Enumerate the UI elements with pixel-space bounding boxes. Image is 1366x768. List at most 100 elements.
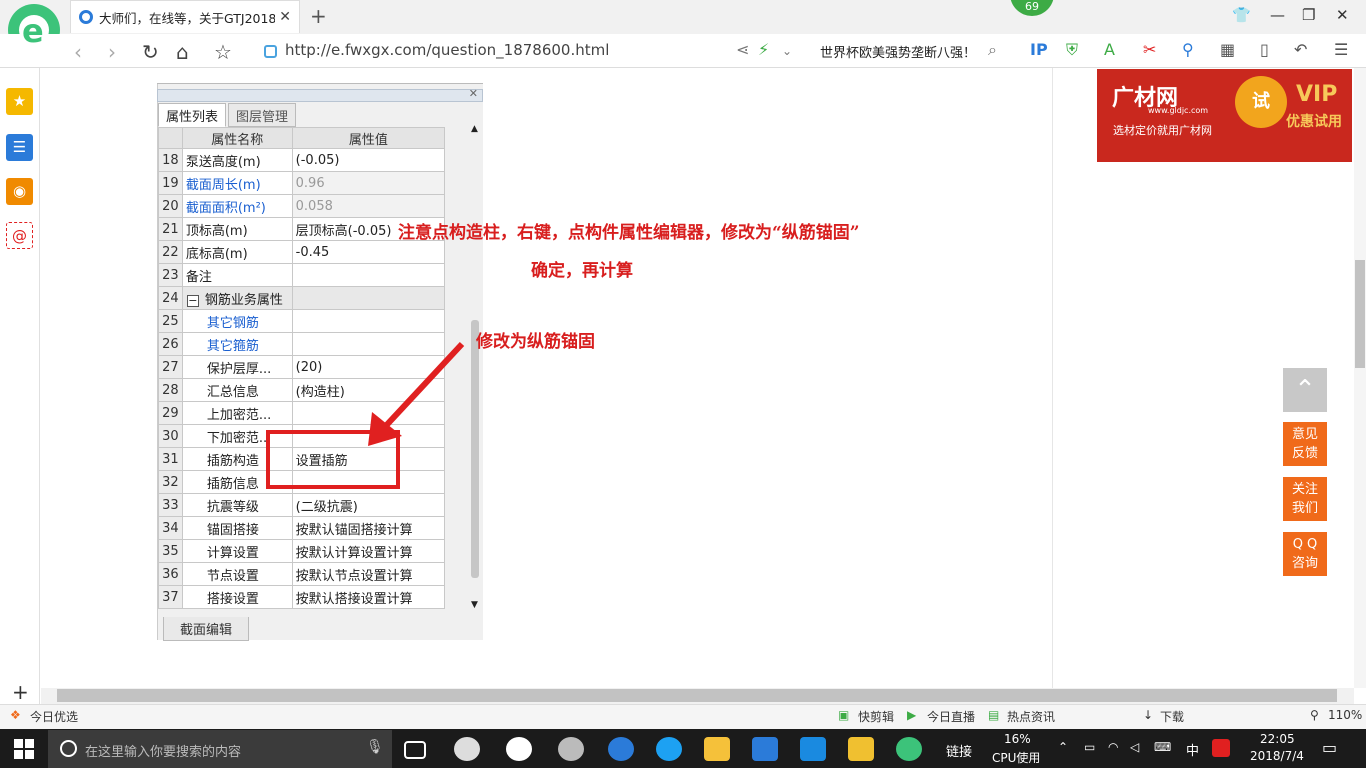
back-icon[interactable]: ‹ <box>74 40 82 64</box>
file-explorer-icon[interactable] <box>704 737 730 761</box>
share-icon[interactable]: ⋖ <box>736 40 749 59</box>
scissors-icon[interactable]: ✂ <box>1143 40 1156 59</box>
ime-indicator[interactable]: 中 <box>1186 740 1199 759</box>
ad-vip[interactable]: VIP <box>1296 82 1337 107</box>
qq-button[interactable]: Q Q 咨询 <box>1283 532 1327 576</box>
shield-icon[interactable]: ⛨ <box>1066 40 1078 60</box>
keyboard-icon[interactable]: ⌨ <box>1154 740 1171 754</box>
property-value[interactable] <box>291 309 446 333</box>
property-value[interactable]: 按默认搭接设置计算 <box>291 585 446 609</box>
table-row[interactable]: 18 泵送高度(m) (-0.05) <box>158 148 446 172</box>
download-icon[interactable]: ↓ <box>1143 708 1153 722</box>
app-g-icon[interactable] <box>752 737 778 761</box>
clock-time[interactable]: 22:05 <box>1260 732 1295 746</box>
apps-grid-icon[interactable]: ▦ <box>1220 40 1235 59</box>
search-icon[interactable]: ⌕ <box>988 40 997 60</box>
status-clip[interactable]: 快剪辑 <box>858 708 894 725</box>
minimize-icon[interactable]: — <box>1270 6 1285 24</box>
gift-icon[interactable]: ❖ <box>10 708 21 722</box>
table-row[interactable]: 22 底标高(m) -0.45 <box>158 240 446 264</box>
volume-icon[interactable]: ◁ <box>1130 740 1139 754</box>
table-row[interactable]: 33 抗震等级 (二级抗震) <box>158 493 446 517</box>
today-picks[interactable]: 今日优选 <box>30 708 78 725</box>
property-value[interactable]: 按默认计算设置计算 <box>291 539 446 563</box>
lightning-icon[interactable]: ⚡ <box>758 40 769 59</box>
microphone-icon[interactable]: 🎙 <box>366 739 384 755</box>
table-row[interactable]: 23 备注 <box>158 263 446 287</box>
tab-close-icon[interactable]: ✕ <box>279 9 291 25</box>
scroll-down-icon[interactable]: ▼ <box>471 600 478 610</box>
table-row[interactable]: 35 计算设置 按默认计算设置计算 <box>158 539 446 563</box>
status-download[interactable]: 下载 <box>1160 708 1184 725</box>
home-icon[interactable]: ⌂ <box>176 40 189 64</box>
clip-icon[interactable]: ▣ <box>838 708 849 722</box>
app-fan-icon[interactable] <box>454 737 480 761</box>
favorites-star-icon[interactable]: ★ <box>6 88 33 115</box>
app-chrome-icon[interactable] <box>558 737 584 761</box>
zoom-level[interactable]: 110% <box>1328 708 1362 722</box>
shirt-icon[interactable]: 👕 <box>1232 6 1251 24</box>
back-to-top-icon[interactable]: ⌃ <box>1283 368 1327 412</box>
close-window-icon[interactable]: ✕ <box>1336 6 1349 24</box>
news-icon[interactable]: ▤ <box>988 708 999 722</box>
ad-vip-sub[interactable]: 优惠试用 <box>1286 111 1342 131</box>
app-notes-icon[interactable] <box>848 737 874 761</box>
magnifier-icon[interactable]: ⚲ <box>1182 40 1194 59</box>
app-e-browser-icon[interactable] <box>506 737 532 761</box>
zoom-icon[interactable]: ⚲ <box>1310 708 1319 722</box>
clock-date[interactable]: 2018/7/4 <box>1250 749 1304 763</box>
page-vertical-scrollbar[interactable] <box>1354 68 1366 688</box>
property-value[interactable]: (-0.05) <box>291 148 446 172</box>
sogou-ime-icon[interactable] <box>1212 739 1230 757</box>
page-scroll-thumb[interactable] <box>1355 260 1365 368</box>
battery-icon[interactable]: ▭ <box>1084 740 1095 754</box>
email-icon[interactable]: @ <box>6 222 33 249</box>
translate-icon[interactable]: A <box>1104 40 1115 59</box>
tab-section-edit[interactable]: 截面编辑 <box>163 617 250 641</box>
property-value[interactable]: (二级抗震) <box>291 493 446 517</box>
chevron-down-icon[interactable]: ⌄ <box>782 44 792 58</box>
app-ie-icon[interactable] <box>656 737 682 761</box>
app-edge-icon[interactable] <box>608 737 634 761</box>
tab-property-list[interactable]: 属性列表 <box>158 103 227 127</box>
table-row[interactable]: 20 截面面积(m²) 0.058 <box>158 194 446 218</box>
undo-icon[interactable]: ↶ <box>1294 40 1307 59</box>
windows-start-icon[interactable] <box>14 739 34 759</box>
tab-layer-management[interactable]: 图层管理 <box>228 103 297 127</box>
app-plus-icon[interactable] <box>800 737 826 761</box>
table-row[interactable]: 36 节点设置 按默认节点设置计算 <box>158 562 446 586</box>
live-icon[interactable]: ▶ <box>907 708 916 722</box>
page-hscroll-thumb[interactable] <box>57 689 1337 702</box>
notification-center-icon[interactable]: ▭ <box>1322 738 1337 757</box>
wifi-icon[interactable]: ◠ <box>1108 740 1118 754</box>
task-view-icon[interactable] <box>404 741 426 759</box>
status-live[interactable]: 今日直播 <box>927 708 975 725</box>
url-field[interactable]: http://e.fwxgx.com/question_1878600.html <box>285 41 609 59</box>
scroll-up-icon[interactable]: ▲ <box>471 124 478 134</box>
table-row-group[interactable]: 24− 钢筋业务属性 <box>158 286 446 310</box>
property-value[interactable] <box>291 263 446 287</box>
phone-icon[interactable]: ▯ <box>1260 40 1269 59</box>
property-value[interactable]: 按默认锚固搭接计算 <box>291 516 446 540</box>
feedback-button[interactable]: 意见 反馈 <box>1283 422 1327 466</box>
table-row[interactable]: 37 搭接设置 按默认搭接设置计算 <box>158 585 446 609</box>
star-icon[interactable]: ☆ <box>214 40 232 64</box>
status-news[interactable]: 热点资讯 <box>1007 708 1055 725</box>
forward-icon[interactable]: › <box>108 40 116 64</box>
property-value[interactable]: 按默认节点设置计算 <box>291 562 446 586</box>
list-icon[interactable]: ☰ <box>6 134 33 161</box>
add-icon[interactable]: + <box>12 680 29 704</box>
taskbar-link[interactable]: 链接 <box>946 741 972 760</box>
panel-scroll-thumb[interactable] <box>471 320 479 578</box>
table-row[interactable]: 34 锚固搭接 按默认锚固搭接计算 <box>158 516 446 540</box>
site-security-icon[interactable] <box>264 45 277 58</box>
property-value[interactable]: -0.45 <box>291 240 446 264</box>
weibo-icon[interactable]: ◉ <box>6 178 33 205</box>
table-row[interactable]: 19 截面周长(m) 0.96 <box>158 171 446 195</box>
new-tab-button[interactable]: + <box>310 4 327 28</box>
browser-tab[interactable]: 大师们，在线等，关于GTJ2018构 ✕ <box>70 0 300 33</box>
refresh-icon[interactable]: ↻ <box>142 40 159 64</box>
panel-close-icon[interactable]: ✕ <box>469 87 478 100</box>
app-active-browser-icon[interactable] <box>896 737 922 761</box>
table-row[interactable]: 25 其它钢筋 <box>158 309 446 333</box>
